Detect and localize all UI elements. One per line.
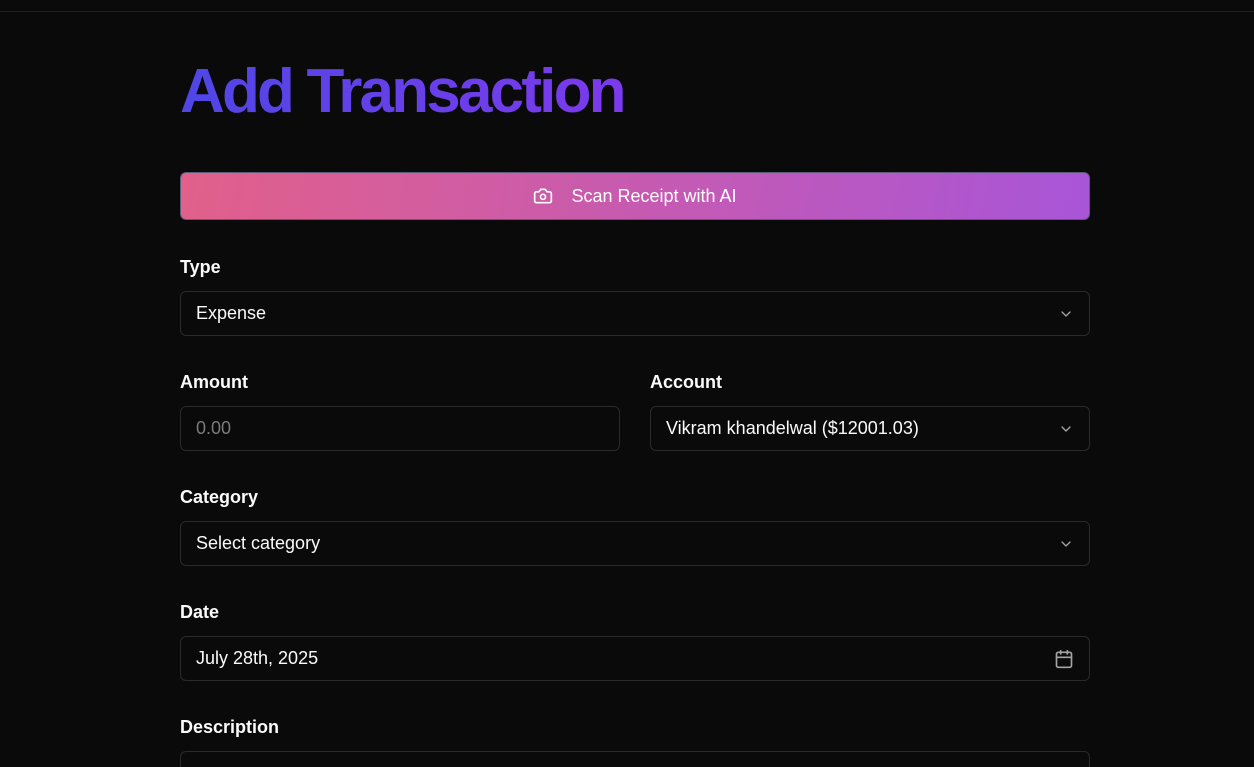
amount-input[interactable]: [196, 418, 604, 439]
amount-label: Amount: [180, 372, 248, 392]
type-select-value: Expense: [196, 303, 267, 323]
chevron-down-icon: [1058, 536, 1074, 552]
page-title: Add Transaction: [180, 57, 627, 126]
category-label: Category: [180, 487, 259, 507]
description-label: Description: [180, 717, 280, 737]
category-select-value: Select category: [196, 533, 321, 553]
date-label: Date: [180, 602, 220, 622]
type-select[interactable]: Expense: [180, 291, 1090, 336]
scan-receipt-label: Scan Receipt with AI: [571, 185, 737, 206]
chevron-down-icon: [1058, 421, 1074, 437]
top-nav-border: [0, 0, 1254, 12]
amount-field-wrapper: [180, 406, 620, 451]
account-select[interactable]: Vikram khandelwal ($12001.03): [650, 406, 1090, 451]
scan-receipt-button[interactable]: Scan Receipt with AI: [180, 172, 1090, 220]
category-select[interactable]: Select category: [180, 521, 1090, 566]
date-value: July 28th, 2025: [196, 648, 319, 668]
account-select-value: Vikram khandelwal ($12001.03): [666, 418, 919, 438]
date-picker-button[interactable]: July 28th, 2025: [180, 636, 1090, 681]
account-label: Account: [650, 372, 722, 392]
description-input[interactable]: [180, 751, 1090, 767]
chevron-down-icon: [1058, 306, 1074, 322]
calendar-icon: [1054, 649, 1074, 669]
type-label: Type: [180, 257, 221, 277]
camera-icon: [533, 186, 553, 206]
